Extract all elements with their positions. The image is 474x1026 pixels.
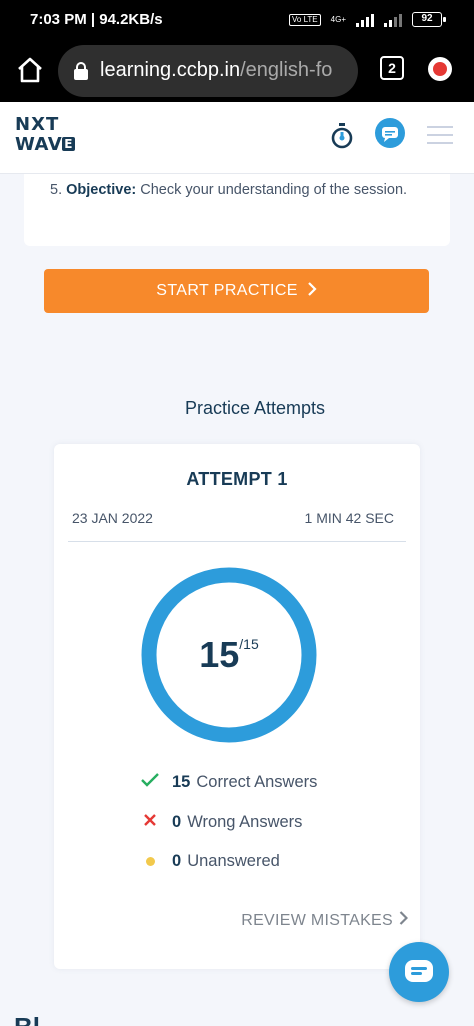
status-icons: Vo LTE 4G+ 92 bbox=[289, 12, 446, 27]
review-mistakes-label: REVIEW MISTAKES bbox=[241, 911, 393, 929]
correct-count: 15 bbox=[172, 773, 191, 791]
address-bar[interactable]: learning.ccbp.in/english-fo bbox=[58, 45, 358, 97]
objective-text: Check your understanding of the session. bbox=[140, 182, 408, 198]
objective-item: 5. Objective: Check your understanding o… bbox=[50, 176, 410, 204]
chevron-right-icon bbox=[399, 911, 409, 930]
correct-label: Correct Answers bbox=[196, 773, 318, 791]
status-time-speed: 7:03 PM | 94.2KB/s bbox=[30, 11, 163, 28]
score: 15/15 bbox=[140, 634, 318, 676]
wrong-answers-stat: 0 Wrong Answers bbox=[140, 813, 302, 832]
unanswered-label: Unanswered bbox=[187, 852, 280, 870]
attempt-date: 23 JAN 2022 bbox=[72, 510, 153, 526]
attempt-title: ATTEMPT 1 bbox=[186, 469, 288, 489]
signal-icon bbox=[356, 13, 374, 27]
url-path: /english-fo bbox=[240, 59, 333, 81]
objective-label: Objective: bbox=[66, 182, 137, 198]
review-mistakes-link[interactable]: REVIEW MISTAKES bbox=[241, 911, 409, 930]
attempt-card: ATTEMPT 1 23 JAN 2022 1 MIN 42 SEC 15/15… bbox=[54, 444, 420, 969]
home-icon[interactable] bbox=[14, 54, 46, 86]
score-total: /15 bbox=[239, 636, 259, 652]
browser-toolbar: learning.ccbp.in/english-fo 2 bbox=[0, 40, 474, 102]
signal-icon-secondary bbox=[384, 13, 402, 27]
network-type: 4G+ bbox=[330, 15, 346, 24]
menu-icon[interactable] bbox=[427, 126, 453, 150]
score-value: 15 bbox=[199, 634, 240, 675]
cross-icon bbox=[140, 813, 160, 832]
url-host: learning.ccbp.in bbox=[100, 59, 241, 81]
next-section-title: Bl bbox=[14, 1014, 40, 1026]
nxtwave-logo[interactable]: NXT WAV E bbox=[15, 115, 75, 155]
tab-switcher-button[interactable]: 2 bbox=[380, 56, 404, 80]
chat-icon[interactable] bbox=[375, 118, 405, 148]
start-practice-button[interactable]: START PRACTICE bbox=[44, 269, 429, 313]
objectives-card: 5. Objective: Check your understanding o… bbox=[24, 174, 450, 246]
url-text: learning.ccbp.in/english-fo bbox=[100, 59, 345, 82]
correct-answers-stat: 15 Correct Answers bbox=[140, 773, 317, 792]
divider bbox=[68, 541, 406, 542]
chevron-right-icon bbox=[307, 270, 317, 314]
lock-icon bbox=[72, 61, 90, 81]
logo-line-1: NXT bbox=[15, 114, 60, 135]
logo-line-2-text: WAV bbox=[15, 134, 63, 155]
unanswered-count: 0 bbox=[172, 852, 182, 870]
upload-icon[interactable] bbox=[428, 57, 452, 81]
volte-icon: Vo LTE bbox=[289, 13, 321, 26]
logo-line-2: WAV E bbox=[15, 135, 75, 155]
app-header: NXT WAV E bbox=[0, 102, 474, 174]
start-practice-label: START PRACTICE bbox=[156, 282, 298, 299]
practice-attempts-title: Practice Attempts bbox=[184, 398, 326, 418]
unanswered-stat: 0 Unanswered bbox=[140, 852, 280, 871]
objective-number: 5. bbox=[50, 182, 63, 198]
wrong-count: 0 bbox=[172, 813, 182, 831]
logo-badge: E bbox=[62, 137, 75, 151]
dot-icon bbox=[140, 853, 160, 871]
battery-icon: 92 bbox=[412, 12, 446, 27]
attempt-duration: 1 MIN 42 SEC bbox=[304, 510, 394, 526]
status-bar: 7:03 PM | 94.2KB/s Vo LTE 4G+ 92 bbox=[0, 0, 474, 40]
chat-bubble-icon bbox=[405, 960, 433, 982]
stopwatch-icon[interactable] bbox=[330, 122, 354, 150]
wrong-label: Wrong Answers bbox=[187, 813, 303, 831]
chat-fab-button[interactable] bbox=[389, 942, 449, 1002]
check-icon bbox=[140, 773, 160, 792]
